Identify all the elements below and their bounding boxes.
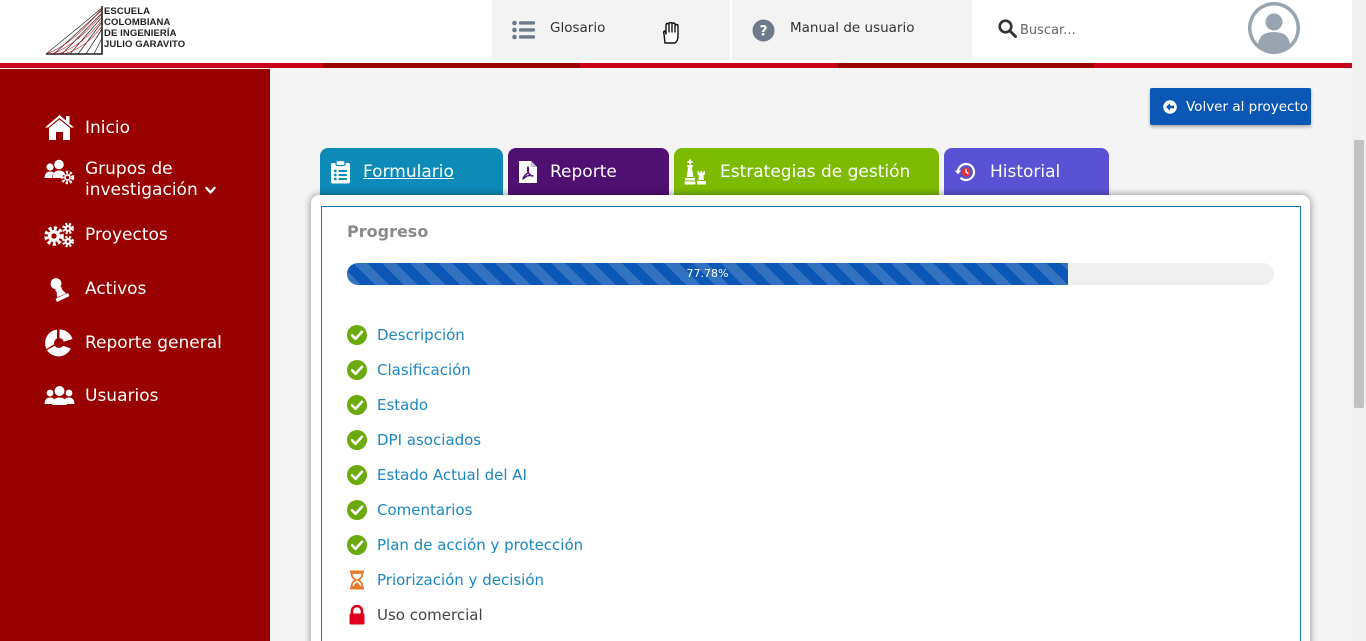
list-icon bbox=[512, 20, 535, 40]
tab-formulario[interactable]: Formulario bbox=[320, 148, 503, 195]
sidebar-item-label: investigación bbox=[85, 180, 198, 200]
sidebar-item-grupos[interactable]: Grupos de investigación bbox=[44, 159, 216, 201]
hand-cursor-icon bbox=[662, 22, 679, 44]
search-icon bbox=[998, 19, 1017, 38]
hourglass-icon bbox=[350, 570, 364, 590]
header-stripe bbox=[323, 63, 580, 68]
step-estado[interactable]: Estado bbox=[347, 395, 428, 415]
question-circle-icon: ? bbox=[752, 19, 775, 42]
check-circle-icon bbox=[347, 430, 367, 450]
logo-text: Escuela Colombiana de Ingeniería Julio G… bbox=[104, 6, 186, 50]
search-box bbox=[976, 0, 1212, 60]
header-stripe bbox=[580, 63, 838, 68]
cogs-icon bbox=[44, 222, 74, 248]
history-clock-icon bbox=[954, 162, 976, 181]
step-clasificacion[interactable]: Clasificación bbox=[347, 360, 471, 380]
tab-label: Formulario bbox=[363, 161, 454, 182]
form-progress-card: Progreso 77.78% Descripción Clasificació… bbox=[311, 195, 1310, 641]
step-label: Plan de acción y protección bbox=[377, 536, 584, 554]
step-estado-actual[interactable]: Estado Actual del AI bbox=[347, 465, 527, 485]
chess-pawn-icon bbox=[50, 278, 70, 302]
page-scrollbar[interactable] bbox=[1352, 0, 1366, 641]
sidebar-item-inicio[interactable]: Inicio bbox=[44, 114, 130, 141]
users-icon bbox=[44, 386, 75, 405]
chevron-down-icon bbox=[205, 186, 216, 194]
header-stripe bbox=[1094, 63, 1352, 68]
clipboard-list-icon bbox=[331, 159, 350, 183]
check-circle-icon bbox=[347, 360, 367, 380]
tab-label: Reporte bbox=[550, 161, 617, 182]
users-cog-icon bbox=[44, 159, 75, 185]
university-logo[interactable]: Escuela Colombiana de Ingeniería Julio G… bbox=[44, 4, 194, 58]
step-label: Uso comercial bbox=[377, 606, 483, 624]
step-label: Descripción bbox=[377, 326, 465, 344]
manual-link[interactable]: ? Manual de usuario bbox=[732, 0, 972, 60]
glosario-link[interactable]: Glosario bbox=[492, 0, 730, 60]
sidebar-item-activos[interactable]: Activos bbox=[44, 276, 146, 302]
tab-estrategias[interactable]: Estrategias de gestión bbox=[674, 148, 939, 195]
sidebar-item-usuarios[interactable]: Usuarios bbox=[44, 385, 158, 407]
check-circle-icon bbox=[347, 535, 367, 555]
step-comentarios[interactable]: Comentarios bbox=[347, 500, 472, 520]
check-circle-icon bbox=[347, 395, 367, 415]
lock-icon bbox=[349, 605, 365, 625]
check-circle-icon bbox=[347, 325, 367, 345]
progress-title: Progreso bbox=[347, 222, 429, 241]
progress-bar: 77.78% bbox=[347, 263, 1274, 285]
step-label: Estado Actual del AI bbox=[377, 466, 527, 484]
step-label: DPI asociados bbox=[377, 431, 482, 449]
sidebar: Inicio Grupos de investigación Proyectos… bbox=[0, 69, 270, 641]
tab-reporte[interactable]: Reporte bbox=[508, 148, 669, 195]
header-stripe bbox=[0, 63, 323, 68]
manual-label: Manual de usuario bbox=[790, 20, 915, 36]
sidebar-item-label: Proyectos bbox=[85, 225, 168, 245]
check-circle-icon bbox=[347, 465, 367, 485]
tab-label: Estrategias de gestión bbox=[720, 161, 911, 182]
sidebar-item-proyectos[interactable]: Proyectos bbox=[44, 222, 168, 248]
sidebar-item-label: Reporte general bbox=[85, 333, 222, 353]
step-label: Clasificación bbox=[377, 361, 471, 379]
sidebar-item-label: Activos bbox=[85, 279, 147, 299]
step-dpi-asociados[interactable]: DPI asociados bbox=[347, 430, 481, 450]
scrollbar-thumb[interactable] bbox=[1354, 140, 1364, 408]
svg-text:?: ? bbox=[759, 24, 767, 40]
top-header: Escuela Colombiana de Ingeniería Julio G… bbox=[0, 0, 1352, 68]
tab-label: Historial bbox=[990, 161, 1061, 182]
sidebar-item-label: Grupos de bbox=[85, 159, 173, 179]
step-label: Estado bbox=[377, 396, 429, 414]
search-input[interactable] bbox=[1020, 19, 1200, 41]
pie-chart-icon bbox=[45, 329, 73, 357]
progress-percentage: 77.78% bbox=[686, 267, 729, 280]
chess-icon bbox=[684, 159, 706, 184]
step-plan-de-accion[interactable]: Plan de acción y protección bbox=[347, 535, 583, 555]
progress-panel: Progreso 77.78% Descripción Clasificació… bbox=[321, 206, 1301, 641]
user-avatar-icon[interactable] bbox=[1247, 1, 1301, 55]
arrow-circle-left-icon bbox=[1163, 99, 1177, 114]
sidebar-item-reporte-general[interactable]: Reporte general bbox=[44, 328, 222, 358]
file-pdf-icon bbox=[519, 160, 537, 183]
logo-graphic bbox=[45, 6, 103, 55]
back-to-project-button[interactable]: Volver al proyecto bbox=[1150, 88, 1311, 125]
step-label: Comentarios bbox=[377, 501, 473, 519]
check-circle-icon bbox=[347, 500, 367, 520]
tab-historial[interactable]: Historial bbox=[944, 148, 1109, 195]
home-icon bbox=[45, 115, 74, 140]
header-stripe bbox=[838, 63, 1094, 68]
step-descripcion[interactable]: Descripción bbox=[347, 325, 465, 345]
step-uso-comercial[interactable]: Uso comercial bbox=[347, 605, 483, 625]
back-button-label: Volver al proyecto bbox=[1186, 98, 1309, 115]
step-priorizacion[interactable]: Priorización y decisión bbox=[347, 570, 544, 590]
glosario-label: Glosario bbox=[550, 20, 606, 36]
step-label: Priorización y decisión bbox=[377, 571, 545, 589]
sidebar-item-label: Usuarios bbox=[85, 386, 159, 406]
